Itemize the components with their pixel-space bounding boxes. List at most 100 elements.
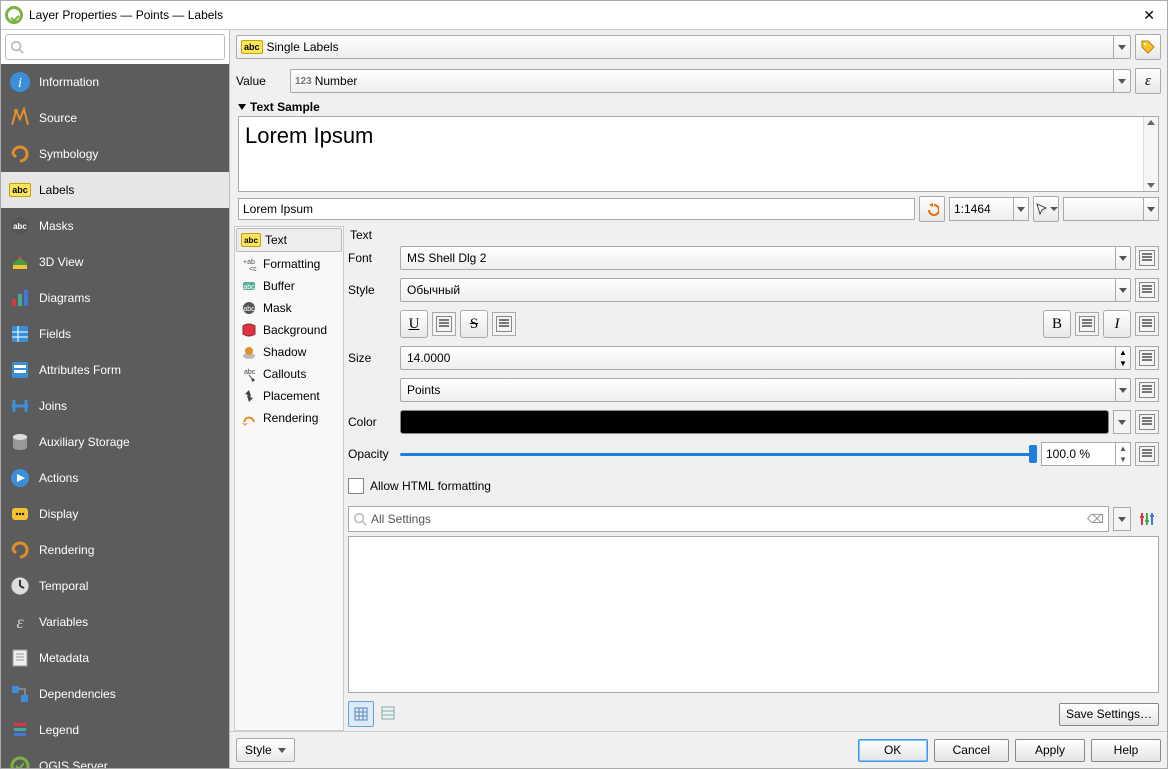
sidebar-item-label: Source — [39, 111, 77, 125]
tab-buffer[interactable]: abcBuffer — [235, 275, 343, 297]
cancel-button[interactable]: Cancel — [934, 739, 1009, 762]
tab-label: Rendering — [263, 411, 318, 425]
sidebar-item-label: 3D View — [39, 255, 83, 269]
sidebar-item-legend[interactable]: Legend — [1, 712, 229, 748]
svg-text:abc: abc — [13, 222, 27, 231]
bold-button[interactable]: B — [1043, 310, 1071, 338]
strikeout-override-button[interactable] — [492, 312, 516, 336]
sidebar-item-attributes-form[interactable]: Attributes Form — [1, 352, 229, 388]
italic-button[interactable]: I — [1103, 310, 1131, 338]
size-input[interactable]: 14.0000 ▲▼ — [400, 346, 1131, 370]
sidebar-item-information[interactable]: iInformation — [1, 64, 229, 100]
tab-placement[interactable]: Placement — [235, 385, 343, 407]
tab-callouts[interactable]: abcCallouts — [235, 363, 343, 385]
sidebar-item-display[interactable]: Display — [1, 496, 229, 532]
color-dropdown-button[interactable] — [1113, 410, 1131, 434]
apply-button[interactable]: Apply — [1015, 739, 1085, 762]
expression-button[interactable]: ε — [1135, 68, 1161, 94]
label-engine-settings-button[interactable] — [1135, 34, 1161, 60]
tab-label: Background — [263, 323, 327, 337]
sidebar-item-label: Labels — [39, 183, 74, 197]
settings-search-input[interactable]: All Settings ⌫ — [348, 506, 1109, 532]
tab-background[interactable]: Background — [235, 319, 343, 341]
strikeout-button[interactable]: S — [460, 310, 488, 338]
label-tabs: abcText+ab<cFormattingabcBufferabcMask Ba… — [234, 226, 344, 731]
properties-area: abcText+ab<cFormattingabcBufferabcMask Ba… — [234, 226, 1163, 731]
tab-mask[interactable]: abcMask — [235, 297, 343, 319]
underline-button[interactable]: U — [400, 310, 428, 338]
size-unit-override-button[interactable] — [1135, 378, 1159, 402]
sidebar-item-fields[interactable]: Fields — [1, 316, 229, 352]
size-unit-combo[interactable]: Points — [400, 378, 1131, 402]
size-override-button[interactable] — [1135, 346, 1159, 370]
sidebar-icon — [9, 539, 31, 561]
sample-text-input[interactable]: Lorem Ipsum — [238, 198, 915, 220]
font-combo[interactable]: MS Shell Dlg 2 — [400, 246, 1131, 270]
list-view-button[interactable] — [376, 701, 400, 725]
reset-sample-button[interactable] — [919, 196, 945, 222]
opacity-slider[interactable] — [400, 443, 1037, 465]
color-override-button[interactable] — [1135, 410, 1159, 434]
value-field-combo[interactable]: 123 Number — [290, 69, 1131, 93]
field-type-icon: 123 — [295, 76, 312, 87]
tab-label: Callouts — [263, 367, 306, 381]
close-icon[interactable]: ✕ — [1135, 5, 1163, 26]
scale-combo[interactable]: 1:1464 — [949, 197, 1029, 221]
bold-override-button[interactable] — [1075, 312, 1099, 336]
sidebar-item-label: Dependencies — [39, 687, 116, 701]
style-button[interactable]: Style — [236, 738, 295, 762]
style-combo[interactable]: Обычный — [400, 278, 1131, 302]
color-picker[interactable] — [400, 410, 1109, 434]
titlebar: Layer Properties — Points — Labels ✕ — [1, 1, 1167, 30]
ok-button[interactable]: OK — [858, 739, 928, 762]
sidebar-item-rendering[interactable]: Rendering — [1, 532, 229, 568]
tab-formatting[interactable]: +ab<cFormatting — [235, 253, 343, 275]
sidebar-icon — [9, 503, 31, 525]
style-override-button[interactable] — [1135, 278, 1159, 302]
sidebar-item-joins[interactable]: Joins — [1, 388, 229, 424]
sidebar-icon — [9, 755, 31, 768]
save-settings-button[interactable]: Save Settings… — [1059, 703, 1159, 726]
opacity-override-button[interactable] — [1135, 442, 1159, 466]
font-override-button[interactable] — [1135, 246, 1159, 270]
tab-shadow[interactable]: Shadow — [235, 341, 343, 363]
tab-text[interactable]: abcText — [236, 228, 342, 252]
abc-badge-icon: abc — [9, 179, 31, 201]
data-defined-icon — [1139, 446, 1155, 462]
sidebar-item-diagrams[interactable]: Diagrams — [1, 280, 229, 316]
sidebar-item-source[interactable]: Source — [1, 100, 229, 136]
sidebar-icon — [9, 575, 31, 597]
app-icon — [5, 6, 23, 24]
sidebar-item-metadata[interactable]: Metadata — [1, 640, 229, 676]
sidebar-search-input[interactable] — [5, 34, 225, 60]
text-sample-header[interactable]: Text Sample — [230, 98, 1167, 116]
sidebar-item-label: Rendering — [39, 543, 94, 557]
sidebar-item-symbology[interactable]: Symbology — [1, 136, 229, 172]
background-preview-combo[interactable] — [1063, 197, 1159, 221]
italic-override-button[interactable] — [1135, 312, 1159, 336]
sidebar-item-qgis-server[interactable]: QGIS Server — [1, 748, 229, 768]
underline-override-button[interactable] — [432, 312, 456, 336]
settings-filter-button[interactable] — [1113, 507, 1131, 531]
opacity-input[interactable]: 100.0 %▲▼ — [1041, 442, 1131, 466]
sidebar-item-variables[interactable]: εVariables — [1, 604, 229, 640]
sidebar-item-labels[interactable]: abc Labels — [1, 172, 229, 208]
allow-html-checkbox[interactable] — [348, 478, 364, 494]
sidebar-item-temporal[interactable]: Temporal — [1, 568, 229, 604]
value-row: Value 123 Number ε — [230, 64, 1167, 98]
clear-icon[interactable]: ⌫ — [1087, 512, 1104, 526]
tab-rendering[interactable]: Rendering — [235, 407, 343, 429]
sidebar-item-dependencies[interactable]: Dependencies — [1, 676, 229, 712]
label-mode-combo[interactable]: abc Single Labels — [236, 35, 1131, 59]
sidebar-item-3d-view[interactable]: 3D View — [1, 244, 229, 280]
sidebar-item-auxiliary-storage[interactable]: Auxiliary Storage — [1, 424, 229, 460]
sample-scrollbar[interactable] — [1143, 117, 1158, 191]
sidebar-item-masks[interactable]: abcMasks — [1, 208, 229, 244]
sidebar-item-actions[interactable]: Actions — [1, 460, 229, 496]
help-button[interactable]: Help — [1091, 739, 1161, 762]
data-defined-icon — [1139, 382, 1155, 398]
map-preview-button[interactable] — [1033, 196, 1059, 222]
grid-view-button[interactable] — [348, 701, 374, 727]
svg-text:i: i — [18, 76, 22, 91]
settings-options-button[interactable] — [1135, 507, 1159, 531]
